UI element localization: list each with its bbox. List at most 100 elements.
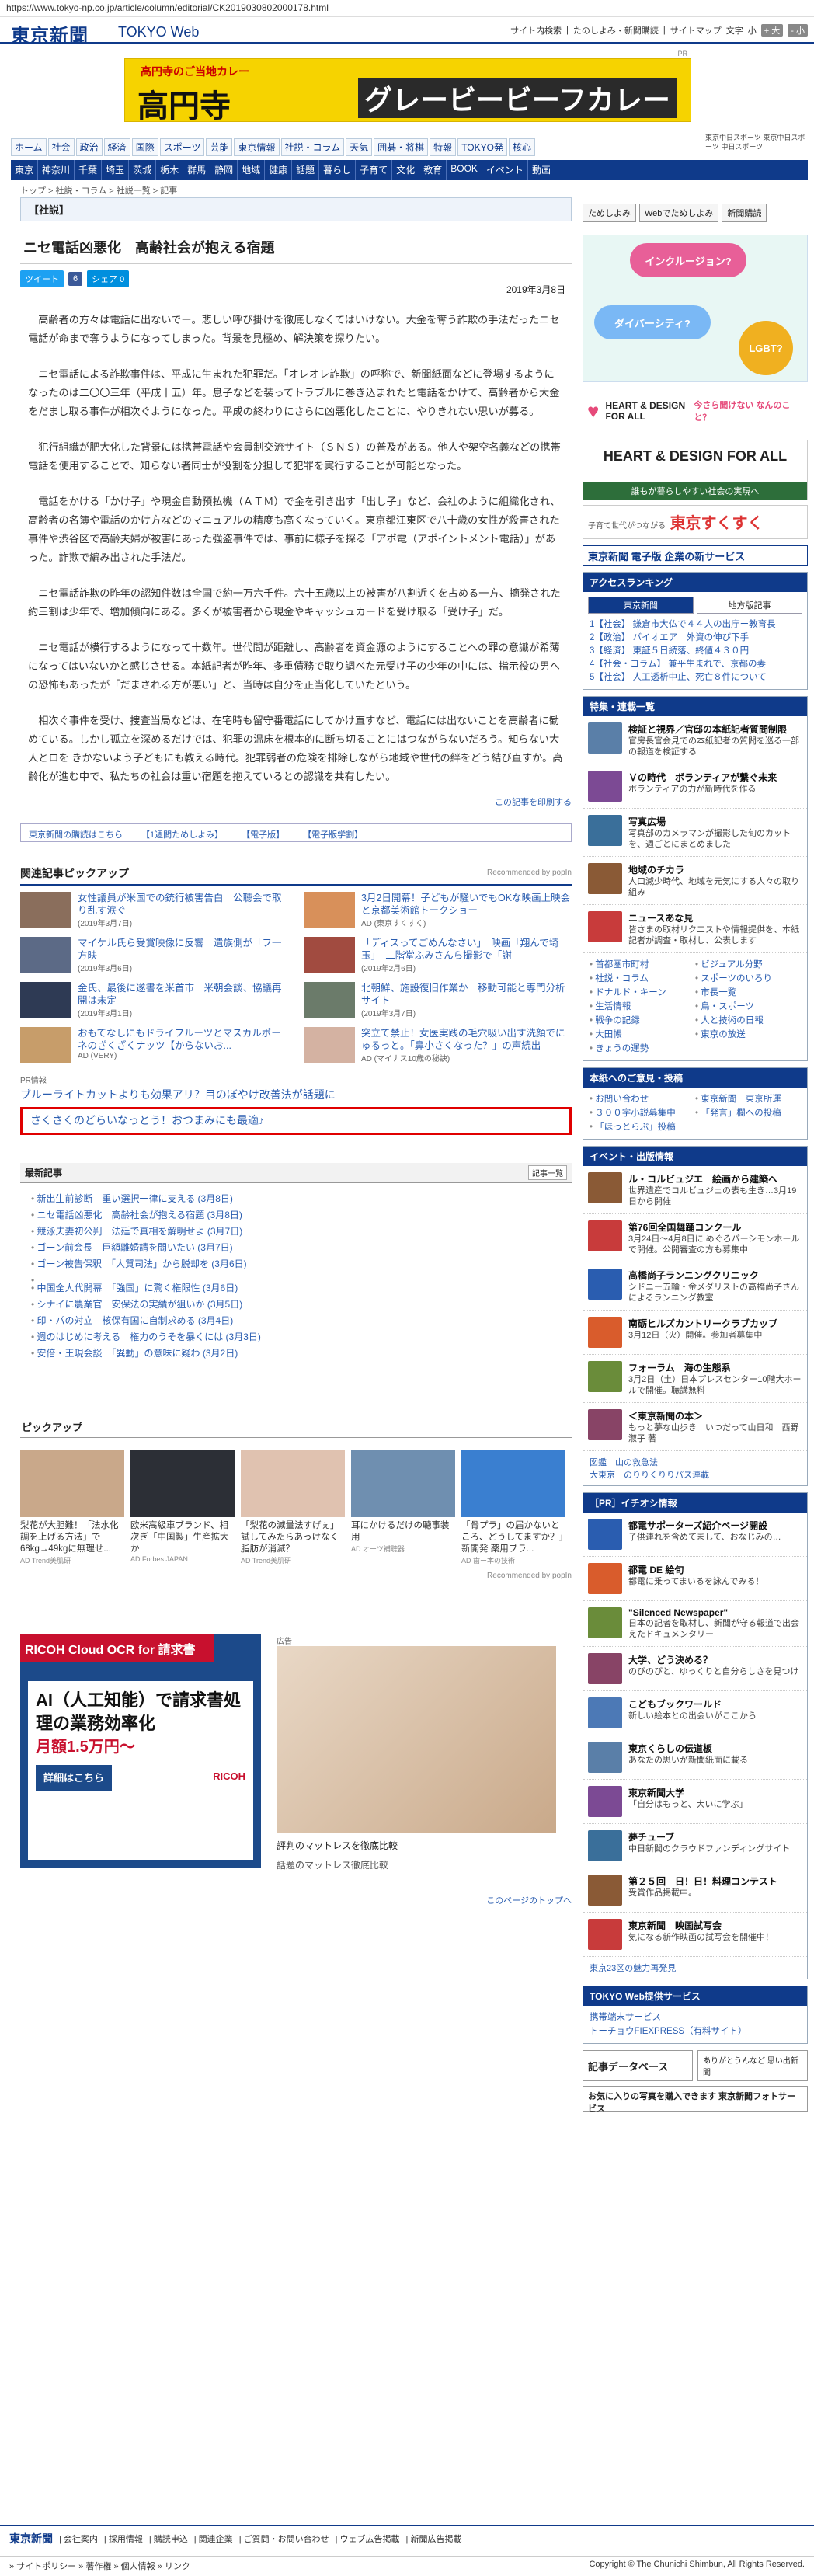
pr-item[interactable]: 東京新聞大学 「自分はもっと、大いに学ぶ」 bbox=[583, 1780, 807, 1824]
pr-title[interactable]: 東京新聞大学 bbox=[628, 1786, 748, 1799]
service-link[interactable]: トーチョウFIEXPRESS（有料サイト） bbox=[590, 2024, 801, 2038]
event-title[interactable]: 南砺ヒルズカントリークラブカップ bbox=[628, 1317, 777, 1330]
misc-link[interactable]: 鳥・スポーツ bbox=[695, 1000, 801, 1014]
region-item[interactable]: 千葉 bbox=[75, 160, 103, 180]
inclusion-ad[interactable]: インクルージョン? ダイバーシティ? LGBT? bbox=[583, 235, 808, 382]
event-item[interactable]: 第76回全国舞踊コンクール 3月24日～4月8日に めぐろパーシモンホールで開催。… bbox=[583, 1214, 807, 1262]
nav-item[interactable]: 囲碁・将棋 bbox=[374, 138, 429, 156]
pr-link[interactable]: ブルーライトカットよりも効果アリ？目のぼやけ改善法が話題に bbox=[20, 1087, 572, 1102]
feature-item[interactable]: 地域のチカラ 人口減少時代、地域を元気にする人々の取り組み bbox=[583, 857, 807, 905]
related-title[interactable]: 金氏、最後に遂書を米首市 米朝会談、協議再開は未定 bbox=[78, 982, 288, 1007]
region-item[interactable]: 神奈川 bbox=[38, 160, 75, 180]
feature-item[interactable]: ニュースあな見 皆さまの取材リクエストや情報提供を、本紙記者が調査・取材し、公表し… bbox=[583, 905, 807, 953]
pickup-item[interactable]: 梨花が大胆難！「法水化調を上げる方法」で68kg→49kgに無理せ... AD T… bbox=[20, 1450, 124, 1565]
pr-title[interactable]: 夢チューブ bbox=[628, 1830, 790, 1843]
misc-link[interactable]: きょうの運勢 bbox=[590, 1042, 695, 1056]
footer-link[interactable]: | ウェブ広告掲載 bbox=[336, 2532, 400, 2545]
font-size-up-button[interactable]: + 大 bbox=[760, 24, 784, 37]
site-sub-logo[interactable]: TOKYO Web bbox=[118, 24, 199, 40]
latest-item[interactable]: ニセ電話凶悪化 高齢社会が抱える宿題 (3月8日) bbox=[31, 1207, 561, 1224]
latest-item[interactable]: 中国全人代開幕 「強国」に驚く権限性 (3月6日) bbox=[31, 1280, 561, 1297]
region-item[interactable]: 東京 bbox=[11, 160, 39, 180]
pr-title[interactable]: 都電 DE 絵旬 bbox=[628, 1563, 764, 1576]
pickup-item[interactable]: 「骨プラ」の届かないところ、どうしてますか？」新開発 薬用ブラ... AD 歯ー本… bbox=[461, 1450, 565, 1565]
nav-item[interactable]: 社会 bbox=[47, 138, 75, 156]
footer-link[interactable]: | 新聞広告掲載 bbox=[406, 2532, 462, 2545]
site-logo[interactable]: 東京新聞 bbox=[11, 20, 89, 47]
sukusuku-banner[interactable]: 子育て世代がつながる 東京すくすく bbox=[583, 505, 808, 539]
font-size-small[interactable]: 小 bbox=[748, 24, 757, 37]
books-extra[interactable]: 図鑑 山の救急法 大東京 のりりくりりパス連載 bbox=[583, 1451, 807, 1485]
highlighted-pr-link[interactable]: さくさくのどらいなっとう！おつまみにも最適♪ bbox=[20, 1107, 572, 1135]
ricoh-ad[interactable]: RICOH Cloud OCR for 請求書 AI（人工知能）で請求書処理の業… bbox=[20, 1634, 261, 1868]
region-item[interactable]: 子育て bbox=[356, 160, 393, 180]
nav-item[interactable]: 特報 bbox=[430, 138, 457, 156]
nav-item[interactable]: 国際 bbox=[131, 138, 158, 156]
nav-item[interactable]: 核心 bbox=[508, 138, 535, 156]
facebook-button[interactable]: 6 bbox=[68, 272, 83, 286]
photo-banner[interactable]: お気に入りの写真を購入できます 東京新聞フォトサービス bbox=[583, 2086, 808, 2114]
reader-link[interactable]: お問い合わせ bbox=[590, 1092, 695, 1106]
reader-link[interactable]: 「発言」欄への投稿 bbox=[695, 1106, 801, 1120]
reader-link[interactable]: ３００字小説募集中 bbox=[590, 1106, 695, 1120]
event-item[interactable]: 高橋尚子ランニングクリニック シドニー五輪・金メダリストの高橋尚子さんによるランニ… bbox=[583, 1262, 807, 1311]
trial-link[interactable]: たのしよみ・新聞購読 bbox=[573, 24, 659, 37]
tab-local[interactable]: 地方版記事 bbox=[697, 597, 802, 614]
event-item[interactable]: ＜東京新聞の本＞ もっと夢な山歩き いつだって山日和 西野淑子 著 bbox=[583, 1403, 807, 1451]
feature-title[interactable]: 地域のチカラ bbox=[628, 863, 802, 876]
related-title[interactable]: 女性議員が米国での銃行被害告白 公聴会で取り乱す涙ぐ bbox=[78, 892, 288, 917]
latest-item[interactable]: 新出生前診断 重い選択一律に支える (3月8日) bbox=[31, 1191, 561, 1207]
region-item[interactable]: 文化 bbox=[392, 160, 420, 180]
nav-item[interactable]: 東京情報 bbox=[234, 138, 280, 156]
ranking-item[interactable]: 4【社会・コラム】 兼平生まれで、京都の妻 bbox=[590, 658, 801, 671]
font-size-down-button[interactable]: - 小 bbox=[788, 24, 808, 37]
pr-title[interactable]: 大学、どう決める？ bbox=[628, 1653, 799, 1666]
pr-item[interactable]: "Silenced Newspaper" 日本の記者を取材し、新聞が守る報道で出会… bbox=[583, 1601, 807, 1647]
feature-item[interactable]: Ｖの時代 ボランティアが繋ぐ未来 ボランティアの力が新時代を作る bbox=[583, 764, 807, 809]
sports-links[interactable]: 東京中日スポーツ 東京中日スポーツ 中日スポーツ bbox=[705, 134, 806, 151]
ranking-item[interactable]: 3【経済】 東証５日続落、終値４３０円 bbox=[590, 645, 801, 658]
pr-title[interactable]: 東京くらしの伝道板 bbox=[628, 1742, 748, 1755]
related-title[interactable]: おもてなしにもドライフルーツとマスカルポーネのざくざくナッツ【からないお... bbox=[78, 1027, 288, 1052]
latest-item[interactable]: 競泳夫妻初公判 法廷で真相を解明せよ (3月7日) bbox=[31, 1224, 561, 1240]
pr-title[interactable]: 都電サポーターズ紹介ページ開設 bbox=[628, 1519, 781, 1532]
pr-item[interactable]: こどもブックワールド 新しい絵本との出会いがここから bbox=[583, 1691, 807, 1735]
region-item[interactable]: 静岡 bbox=[210, 160, 238, 180]
curry-banner-ad[interactable]: PR 高円寺のご当地カレー 高円寺 グレービービーフカレー bbox=[124, 50, 691, 124]
nav-item[interactable]: 天気 bbox=[346, 138, 373, 156]
event-title[interactable]: フォーラム 海の生態系 bbox=[628, 1361, 802, 1374]
related-item[interactable]: マイケル氏ら受賞映像に反響 遺族側が「フ一方映 (2019年3月6日) bbox=[20, 937, 288, 974]
footer-link[interactable]: | 採用情報 bbox=[104, 2532, 143, 2545]
region-item[interactable]: 埼玉 bbox=[102, 160, 130, 180]
event-item[interactable]: ル・コルビュジエ 絵画から建築へ 世界遺産でコルビュジェの表も生き…3月19日から… bbox=[583, 1166, 807, 1214]
pickup-title[interactable]: 梨花が大胆難！「法水化調を上げる方法」で68kg→49kgに無理せ... bbox=[20, 1520, 124, 1555]
footer-link[interactable]: | 購読申込 bbox=[149, 2532, 188, 2545]
region-item[interactable]: 健康 bbox=[265, 160, 293, 180]
region-item[interactable]: 群馬 bbox=[183, 160, 211, 180]
pr-title[interactable]: "Silenced Newspaper" bbox=[628, 1607, 802, 1618]
heart-design-link[interactable]: ♥ HEART & DESIGN FOR ALL 今さら聞けない なんのこと？ bbox=[583, 387, 808, 435]
sites-more[interactable]: 東京23区の魅力再発見 bbox=[583, 1957, 807, 1979]
misc-link[interactable]: 生活情報 bbox=[590, 1000, 695, 1014]
misc-link[interactable]: 首都圏市町村 bbox=[590, 958, 695, 972]
event-title[interactable]: ル・コルビュジエ 絵画から建築へ bbox=[628, 1172, 802, 1185]
latest-item[interactable]: 印・パの対立 核保有国に自制求める (3月4日) bbox=[31, 1313, 561, 1329]
sitemap-link[interactable]: サイトマップ bbox=[670, 24, 722, 37]
subscribe-link[interactable]: 東京新聞の購読はこちら bbox=[29, 828, 123, 840]
region-item[interactable]: 動画 bbox=[528, 160, 555, 180]
service-link[interactable]: 携帯端末サービス bbox=[590, 2010, 801, 2024]
nav-item[interactable]: ホーム bbox=[11, 138, 47, 156]
related-title[interactable]: 「ディスってごめんなさい」 映画「翔んで埼玉」 二階堂ふみさんら撮影で「謝 bbox=[361, 937, 572, 962]
digital-banner[interactable]: 東京新聞 電子版 企業の新サービス bbox=[583, 545, 808, 566]
nav-item[interactable]: 社説・コラム bbox=[280, 138, 345, 156]
tweet-button[interactable]: ツイート bbox=[20, 270, 64, 287]
footer-link[interactable]: | ご質問・お問い合わせ bbox=[239, 2532, 329, 2545]
pr-title[interactable]: 東京新聞 映画試写会 bbox=[628, 1919, 774, 1932]
footer-link[interactable]: » サイトポリシー bbox=[9, 2562, 78, 2571]
student-link[interactable]: 【電子版学割】 bbox=[303, 828, 363, 840]
footer-link[interactable]: » 著作権 bbox=[78, 2562, 113, 2571]
feature-title[interactable]: Ｖの時代 ボランティアが繋ぐ未来 bbox=[628, 771, 777, 784]
region-item[interactable]: 地域 bbox=[238, 160, 266, 180]
ricoh-detail-button[interactable]: 詳細はこちら bbox=[36, 1765, 113, 1791]
pickup-item[interactable]: 欧米高級車ブランド、相次ぎ「中国製」生産拡大か AD Forbes JAPAN bbox=[130, 1450, 235, 1565]
